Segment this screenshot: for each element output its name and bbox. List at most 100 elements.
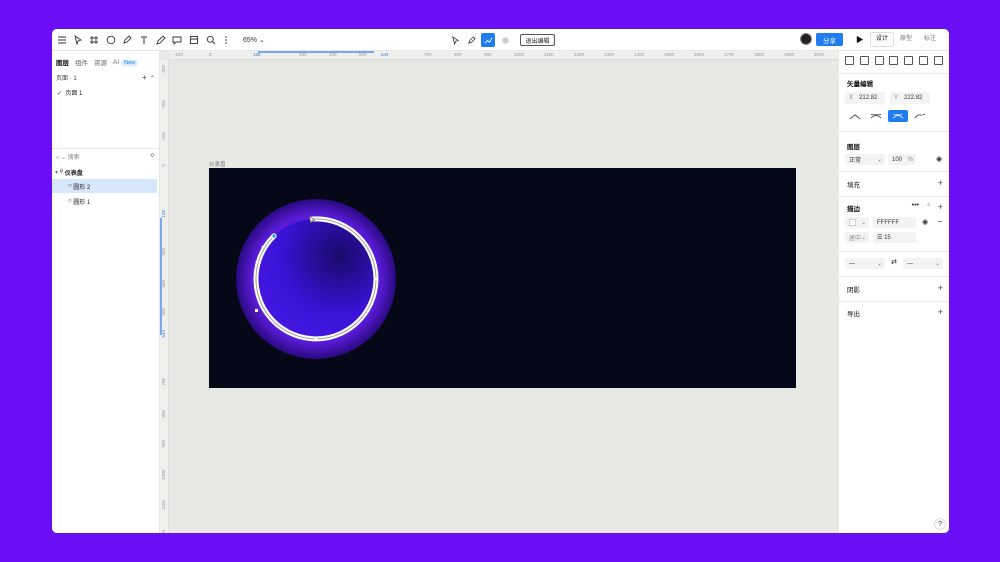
- ruler-tick-label: 156: [253, 52, 261, 57]
- add-fill-icon[interactable]: +: [938, 179, 943, 188]
- more-icon[interactable]: •••: [912, 202, 919, 209]
- x-label: X: [849, 95, 854, 101]
- control-handle[interactable]: [255, 309, 258, 312]
- help-button[interactable]: ?: [934, 518, 946, 530]
- grid-icon[interactable]: ⁘: [926, 202, 931, 209]
- align-hcenter-icon[interactable]: [859, 56, 869, 65]
- shadow-section-title: 阴影: [847, 287, 860, 294]
- stroke-width-icon: ☰: [877, 235, 883, 241]
- remove-stroke-icon[interactable]: −: [937, 217, 942, 226]
- vertex-handle[interactable]: [314, 337, 318, 341]
- bend-tool-icon[interactable]: [481, 33, 495, 47]
- align-top-icon[interactable]: [889, 56, 899, 65]
- color-swatch: [849, 219, 856, 226]
- avatar[interactable]: [800, 33, 812, 45]
- x-field[interactable]: X 212.82: [845, 92, 885, 104]
- layer-row-circle-1[interactable]: ○ 圆形 1: [52, 194, 157, 208]
- text-tool-icon[interactable]: [138, 34, 150, 46]
- vertex-handle[interactable]: [261, 245, 265, 249]
- tab-components[interactable]: 组件: [75, 57, 88, 67]
- opacity-field[interactable]: 100 %: [888, 154, 916, 165]
- search-icon[interactable]: [205, 34, 217, 46]
- zoom-dropdown[interactable]: 65% ⌄: [243, 36, 265, 44]
- point-asymmetric-icon[interactable]: [888, 110, 908, 122]
- align-bottom-icon[interactable]: [919, 56, 929, 65]
- collapse-icon[interactable]: ≎: [150, 152, 155, 159]
- search-input[interactable]: 搜索: [68, 155, 80, 161]
- end-cap-select[interactable]: — ⌄: [903, 258, 943, 269]
- pen-tool-icon[interactable]: [121, 34, 133, 46]
- end-cap-value: —: [907, 260, 913, 267]
- layer-row-frame[interactable]: ▾ # 仪表盘: [52, 165, 157, 179]
- point-disconnected-icon[interactable]: [910, 110, 930, 122]
- ruler-tick-label: 1400: [634, 52, 645, 57]
- layer-label: 仪表盘: [64, 170, 83, 177]
- export-section-title: 导出: [847, 311, 860, 318]
- ruler-selection-highlight: [160, 218, 162, 335]
- ruler-tick-label: 900: [161, 440, 166, 448]
- chevron-up-icon[interactable]: ⌃: [150, 76, 155, 82]
- vertex-handle[interactable]: [255, 260, 259, 264]
- blend-mode-value: 正常: [849, 158, 862, 164]
- y-value: 222.82: [904, 95, 923, 101]
- add-export-icon[interactable]: +: [938, 308, 943, 317]
- stroke-width-field[interactable]: ☰ 15: [873, 232, 916, 243]
- comment-tool-icon[interactable]: [171, 34, 183, 46]
- swap-icon[interactable]: ⇄: [891, 258, 897, 266]
- align-right-icon[interactable]: [874, 56, 884, 65]
- chevron-down-icon[interactable]: ▾: [55, 169, 58, 176]
- tab-prototype[interactable]: 原型: [894, 33, 918, 46]
- chevron-down-icon: ⌄: [876, 261, 882, 267]
- align-vcenter-icon[interactable]: [904, 56, 914, 65]
- top-toolbar: 65% ⌄ 退出编辑 分享 设计 原型 标注: [52, 29, 949, 51]
- start-cap-select[interactable]: — ⌄: [845, 258, 885, 269]
- layer-search[interactable]: ⌕ ⌄ 搜索 ≎: [52, 148, 159, 162]
- distribute-icon[interactable]: [933, 56, 943, 65]
- layer-row-circle-2[interactable]: ○ 圆形 2: [52, 179, 157, 193]
- move-tool-icon[interactable]: [72, 34, 84, 46]
- ruler-tick-label: 400: [161, 280, 166, 288]
- ruler-tick-label: 900: [484, 52, 492, 57]
- point-mirrored-icon[interactable]: [866, 110, 886, 122]
- tab-ai[interactable]: AI New: [113, 59, 139, 66]
- layer-section-title: 图层: [847, 144, 860, 151]
- frame-tool-icon[interactable]: [88, 34, 100, 46]
- exit-edit-button[interactable]: 退出编辑: [520, 34, 555, 46]
- y-field[interactable]: Y 222.82: [890, 92, 930, 104]
- pencil-tool-icon[interactable]: [155, 34, 167, 46]
- add-page-icon[interactable]: +: [142, 73, 147, 82]
- new-badge: New: [121, 59, 139, 66]
- point-straight-icon[interactable]: [845, 110, 865, 122]
- blend-mode-select[interactable]: 正常 ⌄: [845, 154, 885, 165]
- frame-label[interactable]: 仪表盘: [209, 160, 226, 168]
- page-item[interactable]: ✓ 页面 1: [57, 88, 82, 97]
- layer-label: 圆形 2: [73, 184, 91, 191]
- add-shadow-icon[interactable]: +: [938, 284, 943, 293]
- vertex-handle[interactable]: [271, 233, 277, 239]
- stroke-color-hex[interactable]: FFFFFF: [873, 217, 916, 228]
- eye-icon[interactable]: ◉: [922, 218, 928, 226]
- stroke-align-select[interactable]: 居中 ⌄: [845, 232, 869, 243]
- tab-layers[interactable]: 图层: [56, 57, 69, 67]
- share-button[interactable]: 分享: [816, 33, 843, 46]
- dashboard-frame[interactable]: [209, 168, 796, 388]
- vertex-handle[interactable]: [374, 277, 378, 281]
- stroke-color-swatch[interactable]: ⌄: [845, 217, 869, 228]
- stroke-align-value: 居中: [849, 236, 862, 242]
- ellipse-tool-icon[interactable]: [105, 34, 117, 46]
- menu-icon[interactable]: [56, 34, 68, 46]
- paint-bucket-icon[interactable]: [498, 33, 512, 47]
- align-left-icon[interactable]: [845, 56, 854, 65]
- tab-assets[interactable]: 资源: [94, 57, 107, 67]
- divider: [839, 171, 949, 172]
- add-stroke-icon[interactable]: +: [938, 203, 943, 212]
- resource-tool-icon[interactable]: [188, 34, 200, 46]
- canvas[interactable]: -100 0 156 300 400 500 544 700 800 900 1000 1100 120…: [160, 51, 838, 533]
- select-vertex-icon[interactable]: [448, 33, 462, 47]
- tab-design[interactable]: 设计: [870, 32, 894, 47]
- more-tools-icon[interactable]: [220, 34, 232, 46]
- eye-icon[interactable]: ◉: [936, 155, 942, 163]
- pen-edit-icon[interactable]: [464, 33, 478, 47]
- tab-annotate[interactable]: 标注: [918, 33, 942, 46]
- play-icon[interactable]: [855, 35, 865, 45]
